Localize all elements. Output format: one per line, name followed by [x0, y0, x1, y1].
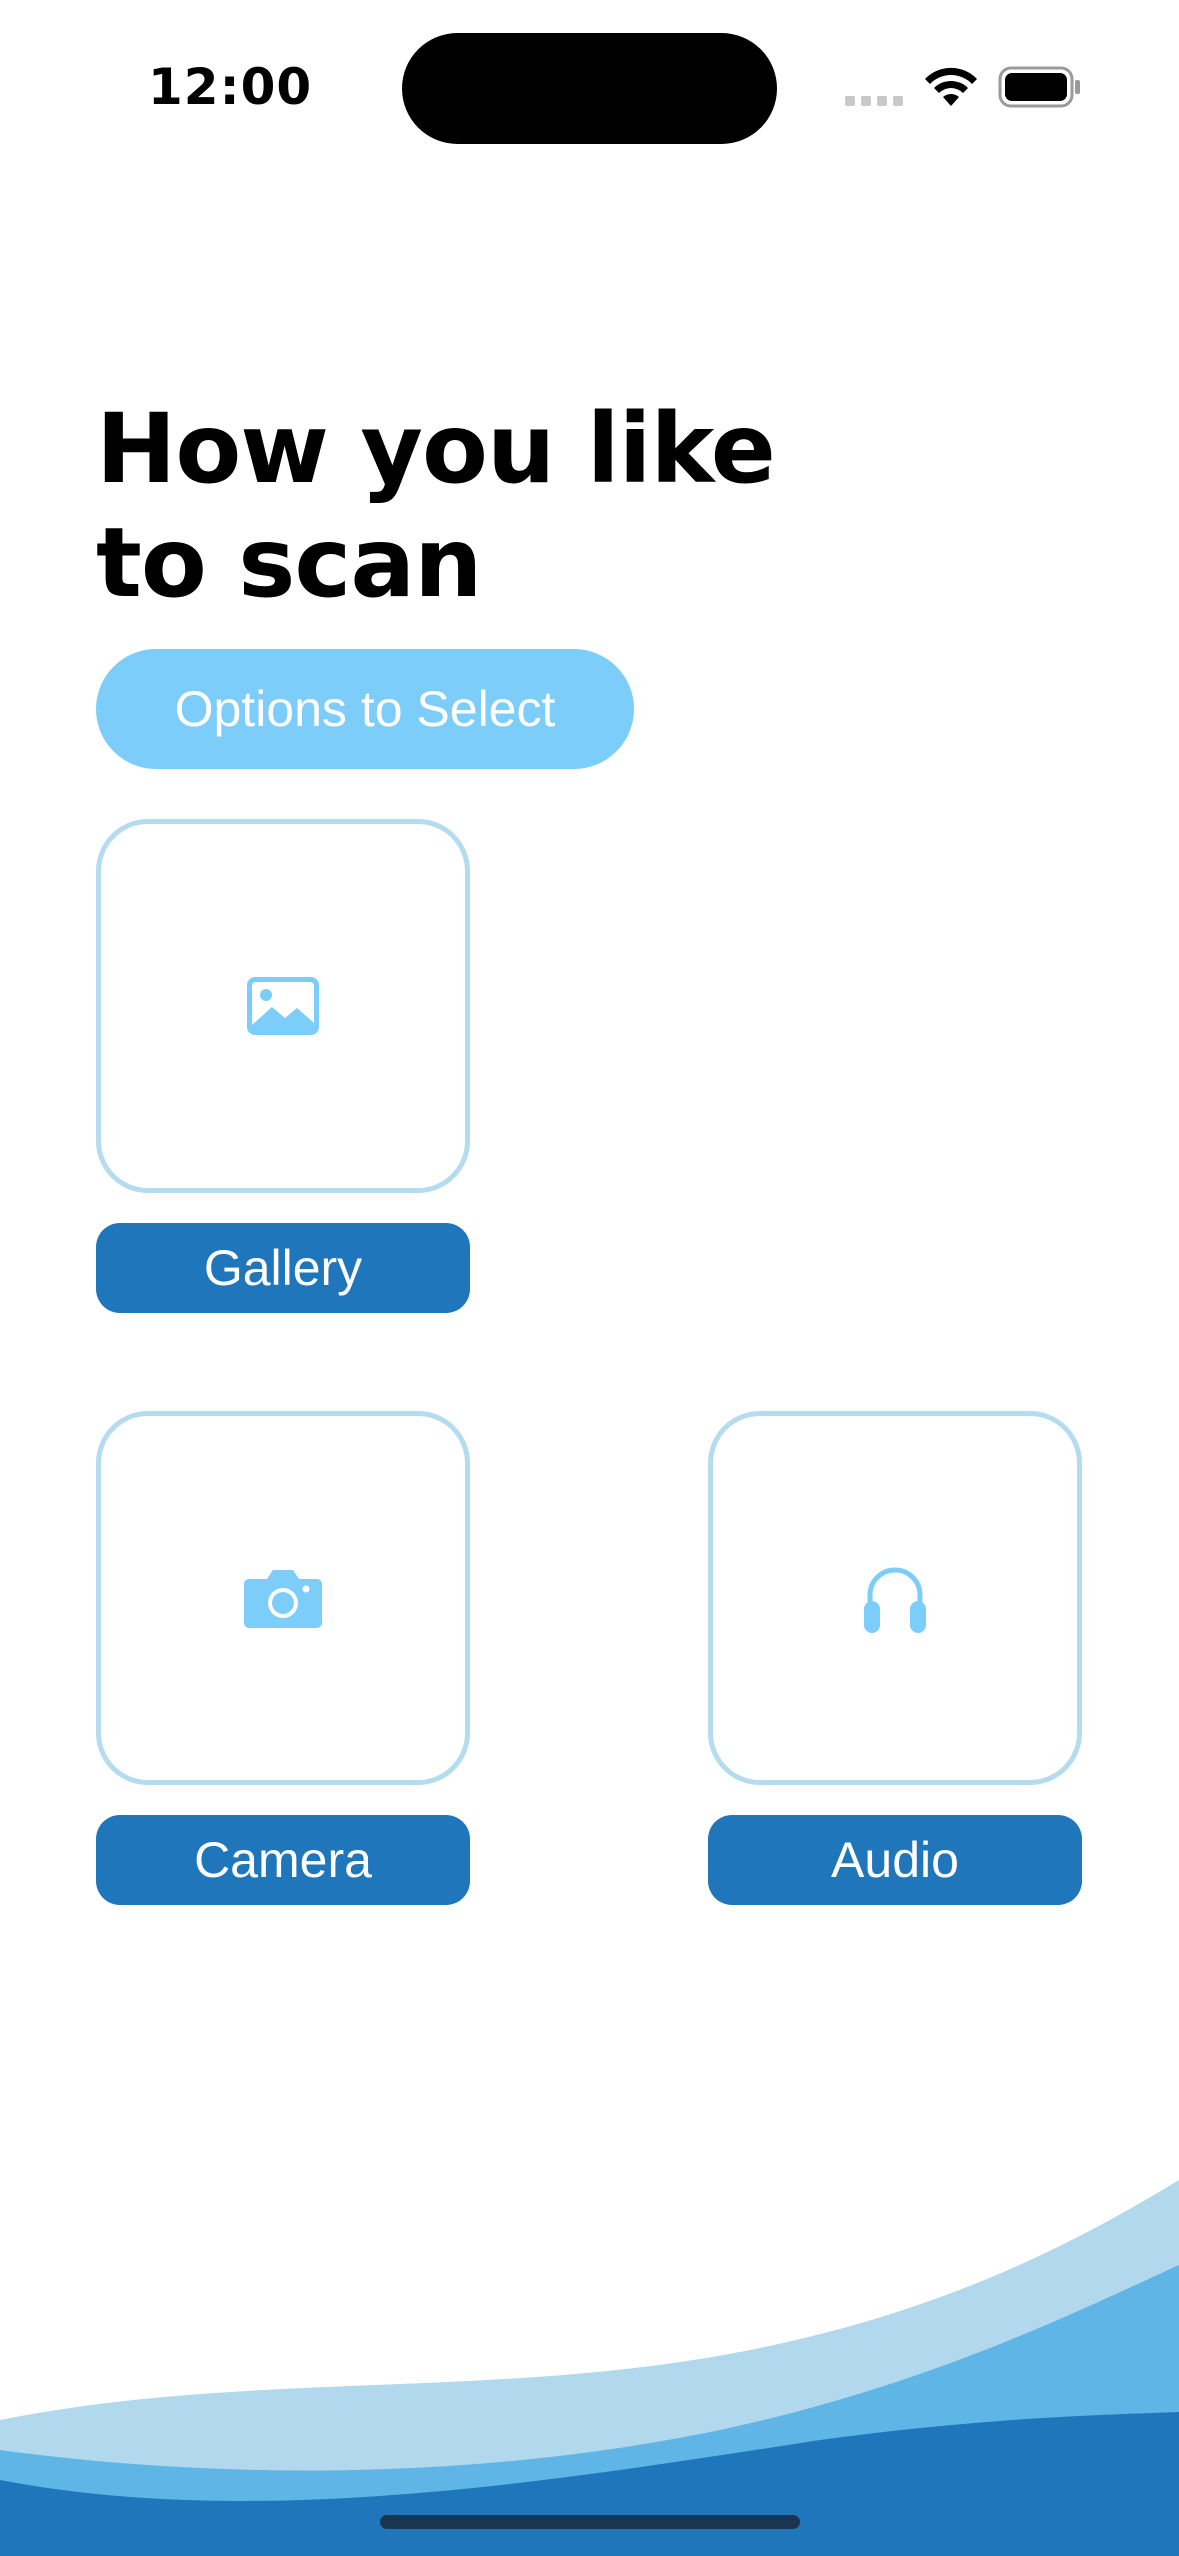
camera-option-card[interactable]: [96, 1411, 470, 1785]
wifi-icon: [925, 67, 977, 106]
home-indicator[interactable]: [380, 2515, 800, 2529]
photo-icon: [247, 977, 319, 1035]
gallery-button[interactable]: Gallery: [96, 1223, 470, 1313]
page-title-line-1: How you like: [96, 393, 776, 505]
status-time: 12:00: [148, 58, 313, 116]
page-title: How you like to scan: [96, 392, 776, 620]
page-title-line-2: to scan: [96, 507, 482, 619]
decorative-waves: [0, 2180, 1179, 2556]
battery-icon: [998, 66, 1080, 108]
options-to-select-pill: Options to Select: [96, 649, 634, 769]
dynamic-island: [402, 33, 777, 144]
audio-button[interactable]: Audio: [708, 1815, 1082, 1905]
cellular-signal-icon: [845, 96, 903, 106]
camera-button[interactable]: Camera: [96, 1815, 470, 1905]
camera-icon: [244, 1570, 322, 1628]
headphones-icon: [864, 1567, 926, 1633]
audio-option-card[interactable]: [708, 1411, 1082, 1785]
gallery-option-card[interactable]: [96, 819, 470, 1193]
